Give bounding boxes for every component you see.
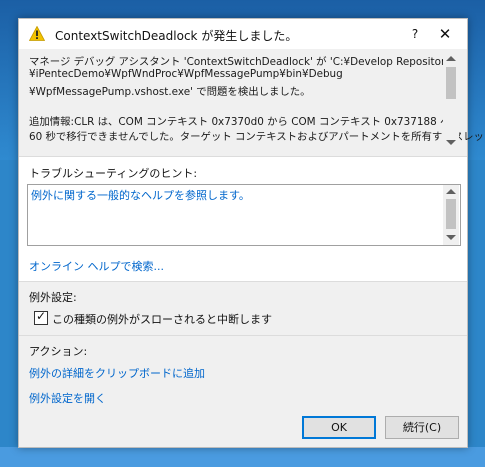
hint-help-link[interactable]: 例外に関する一般的なヘルプを参照します。	[31, 187, 250, 203]
scroll-down-arrow-icon[interactable]	[446, 140, 456, 145]
divider	[19, 335, 467, 336]
help-button[interactable]: ?	[405, 24, 425, 44]
break-on-exception-checkbox[interactable]: ✓	[34, 309, 48, 325]
break-on-exception-label[interactable]: この種類の例外がスローされると中断します	[52, 311, 272, 327]
message-line: 追加情報:CLR は、COM コンテキスト 0x7370d0 から COM コン…	[29, 116, 451, 128]
scroll-up-arrow-icon[interactable]	[446, 189, 456, 194]
checkmark-icon: ✓	[36, 309, 47, 323]
message-line: 60 秒で移行できませんでした。ターゲット コンテキストおよびアパートメントを所…	[29, 131, 484, 143]
divider	[19, 281, 467, 282]
scroll-thumb[interactable]	[446, 199, 456, 229]
hints-scrollbar[interactable]	[443, 185, 459, 245]
message-line: マネージ デバッグ アシスタント 'ContextSwitchDeadlock'…	[29, 56, 452, 68]
continue-button[interactable]: 続行(C)	[385, 416, 459, 439]
message-text-area[interactable]: マネージ デバッグ アシスタント 'ContextSwitchDeadlock'…	[29, 51, 484, 151]
warning-icon	[29, 26, 45, 41]
exception-dialog: ContextSwitchDeadlock が発生しました。 ? ✕ マネージ …	[18, 18, 484, 448]
troubleshooting-hints-list[interactable]: 例外に関する一般的なヘルプを参照します。	[27, 184, 461, 246]
actions-label: アクション:	[29, 345, 88, 358]
desktop-taskbar-edge	[0, 447, 485, 467]
open-exception-settings-link[interactable]: 例外設定を開く	[29, 390, 106, 406]
dialog-title: ContextSwitchDeadlock が発生しました。	[55, 29, 298, 43]
online-help-link[interactable]: オンライン ヘルプで検索...	[29, 258, 164, 274]
copy-details-link[interactable]: 例外の詳細をクリップボードに追加	[29, 365, 205, 381]
scroll-thumb[interactable]	[446, 67, 456, 99]
scroll-up-arrow-icon[interactable]	[446, 56, 456, 61]
message-line: ¥WpfMessagePump.vshost.exe' で問題を検出しました。	[29, 86, 311, 98]
ok-button[interactable]: OK	[302, 416, 376, 439]
title-bar: ContextSwitchDeadlock が発生しました。 ? ✕	[19, 19, 467, 49]
message-line: ¥iPentecDemo¥WpfWndProc¥WpfMessagePump¥b…	[29, 68, 343, 80]
message-scrollbar[interactable]	[443, 53, 459, 149]
exception-settings-label: 例外設定:	[29, 291, 77, 304]
scroll-down-arrow-icon[interactable]	[446, 235, 456, 240]
close-button[interactable]: ✕	[433, 24, 457, 44]
troubleshooting-label: トラブルシューティングのヒント:	[29, 167, 198, 180]
